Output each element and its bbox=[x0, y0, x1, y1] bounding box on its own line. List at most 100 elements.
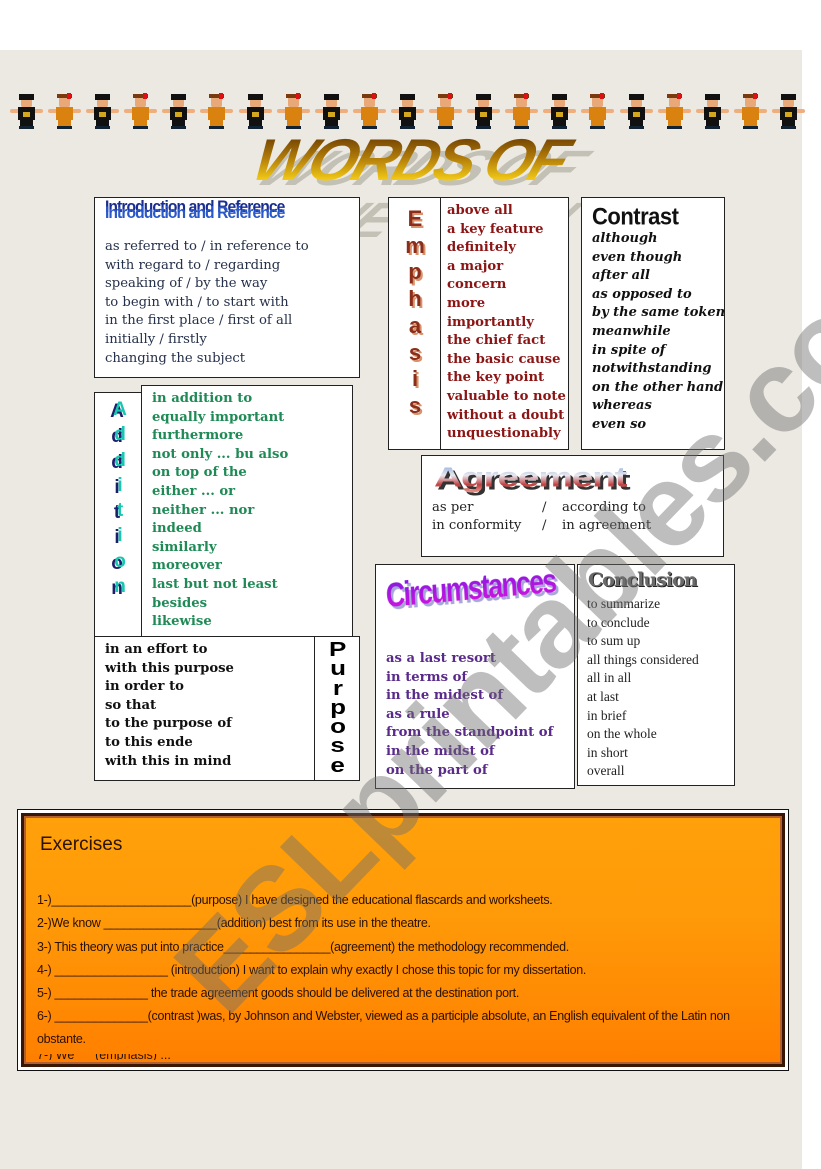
list-item: as opposed to bbox=[592, 286, 692, 302]
list-item: in terms of bbox=[386, 669, 468, 685]
exercise-item-cut-text: 7-) We __ (emphasis) ... bbox=[37, 1054, 171, 1060]
list-item: meanwhile bbox=[592, 323, 671, 339]
list-item: changing the subject bbox=[105, 350, 246, 366]
list-item: in addition to bbox=[152, 391, 253, 406]
list-item: whereas bbox=[592, 398, 652, 414]
conclusion-list: to summarize to conclude to sum up all t… bbox=[587, 595, 699, 781]
page-title: WORDS OF CONNECTION bbox=[90, 128, 730, 255]
heading-letter: i bbox=[117, 474, 123, 496]
addition-heading-box: A d d i t i o n bbox=[94, 392, 142, 637]
introduction-heading: Introduction and Reference bbox=[105, 203, 285, 222]
agreement-row: in conformity / in agreement bbox=[432, 518, 651, 533]
list-item: to summarize bbox=[587, 596, 661, 611]
list-item: a major bbox=[447, 258, 504, 274]
list-item: more bbox=[447, 295, 486, 311]
native-figure-icon bbox=[198, 93, 236, 131]
pilgrim-figure-icon bbox=[313, 93, 351, 131]
list-item: definitely bbox=[447, 240, 516, 256]
list-item: notwithstanding bbox=[592, 361, 712, 377]
list-item: likewise bbox=[152, 614, 212, 630]
pilgrim-figure-icon bbox=[84, 93, 122, 131]
exercise-item: 4-) _________________ (introduction) I w… bbox=[37, 962, 587, 977]
conclusion-heading: Conclusion bbox=[588, 569, 698, 591]
list-item: by the same token bbox=[592, 305, 726, 321]
list-item: even though bbox=[592, 249, 683, 265]
list-item: without a doubt bbox=[447, 407, 565, 423]
list-item: in short bbox=[587, 744, 628, 760]
heading-letter: i bbox=[117, 525, 123, 547]
list-item: on the other hand bbox=[592, 379, 724, 395]
list-item: on the whole bbox=[587, 726, 657, 742]
pilgrim-figure-icon bbox=[237, 93, 275, 131]
agreement-right: in agreement bbox=[562, 518, 652, 533]
list-item: not only ... bu also bbox=[152, 446, 289, 462]
heading-letter: i bbox=[411, 366, 419, 392]
heading-letter: s bbox=[408, 392, 422, 418]
heading-letter: s bbox=[408, 339, 422, 365]
agreement-box: Agreement Agreement as per / according t… bbox=[421, 455, 724, 557]
conclusion-box: Conclusion to summarize to conclude to s… bbox=[577, 564, 735, 786]
decorative-figure-border bbox=[8, 93, 808, 131]
list-item: with this in mind bbox=[105, 753, 232, 769]
list-item: after all bbox=[592, 268, 650, 284]
list-item: neither ... nor bbox=[152, 502, 255, 518]
emphasis-box: E m p h a s i s above all a key feature … bbox=[388, 197, 569, 450]
native-figure-icon bbox=[351, 93, 389, 131]
pilgrim-figure-icon bbox=[8, 93, 46, 131]
pilgrim-figure-icon bbox=[694, 93, 732, 131]
exercise-item: 3-) This theory was put into practice___… bbox=[37, 939, 569, 954]
heading-letter: m bbox=[405, 232, 425, 258]
list-item: even so bbox=[592, 416, 647, 432]
list-item: so that bbox=[105, 697, 157, 713]
list-item: all things considered bbox=[587, 651, 699, 667]
pilgrim-figure-icon bbox=[541, 93, 579, 131]
native-figure-icon bbox=[656, 93, 694, 131]
pilgrim-figure-icon bbox=[770, 93, 808, 131]
list-item: speaking of / by the way bbox=[105, 276, 268, 292]
list-item: to the purpose of bbox=[105, 716, 232, 732]
native-figure-icon bbox=[122, 93, 160, 131]
list-item: unquestionably bbox=[447, 426, 561, 442]
list-item: as referred to / in reference to bbox=[105, 239, 309, 254]
list-item: importantly bbox=[447, 314, 534, 330]
list-item: with this purpose bbox=[105, 660, 234, 676]
introduction-box: Introduction and Reference as referred t… bbox=[94, 197, 360, 378]
list-item: overall bbox=[587, 763, 625, 779]
addition-list: in addition to equally important further… bbox=[152, 390, 288, 632]
list-item: to sum up bbox=[587, 633, 641, 649]
list-item: on the part of bbox=[386, 762, 488, 778]
list-item: the key point bbox=[447, 370, 545, 386]
list-item: in the first place / first of all bbox=[105, 313, 293, 329]
exercise-item-cut-off: 7-) We __ (emphasis) ... bbox=[37, 1054, 171, 1060]
list-item: besides bbox=[152, 595, 208, 611]
pilgrim-figure-icon bbox=[465, 93, 503, 131]
contrast-heading: Contrast bbox=[592, 202, 679, 231]
list-item: as a rule bbox=[386, 706, 450, 722]
list-item: on top of the bbox=[152, 465, 247, 481]
emphasis-list: above all a key feature definitely a maj… bbox=[447, 202, 566, 444]
list-item: with regard to / regarding bbox=[105, 257, 281, 273]
emphasis-heading: E m p h a s i s bbox=[397, 206, 433, 420]
list-item: to begin with / to start with bbox=[105, 294, 289, 310]
native-figure-icon bbox=[732, 93, 770, 131]
circumstances-box: Circumstances as a last resort in terms … bbox=[375, 562, 575, 789]
purpose-box: in an effort to with this purpose in ord… bbox=[94, 636, 360, 781]
list-item: the chief fact bbox=[447, 333, 546, 349]
exercise-item: 1-)_____________________(purpose) I have… bbox=[37, 893, 553, 907]
column-divider bbox=[440, 198, 441, 449]
circumstances-list: as a last resort in terms of in the mide… bbox=[386, 650, 553, 780]
list-item: in order to bbox=[105, 679, 184, 695]
list-item: a key feature bbox=[447, 221, 544, 237]
list-item: from the standpoint of bbox=[386, 725, 554, 741]
agreement-separator: / bbox=[542, 518, 547, 533]
agreement-row: as per / according to bbox=[432, 500, 646, 515]
contrast-box: Contrast although even though after all … bbox=[581, 197, 725, 450]
list-item: either ... or bbox=[152, 483, 236, 499]
list-item: all in all bbox=[587, 670, 632, 686]
native-figure-icon bbox=[427, 93, 465, 131]
addition-box: in addition to equally important further… bbox=[141, 385, 353, 637]
heading-letter: o bbox=[114, 550, 126, 572]
list-item: similarly bbox=[152, 539, 217, 555]
pilgrim-figure-icon bbox=[618, 93, 656, 131]
exercise-item: 5-) ______________ the trade agreement g… bbox=[37, 986, 520, 1001]
